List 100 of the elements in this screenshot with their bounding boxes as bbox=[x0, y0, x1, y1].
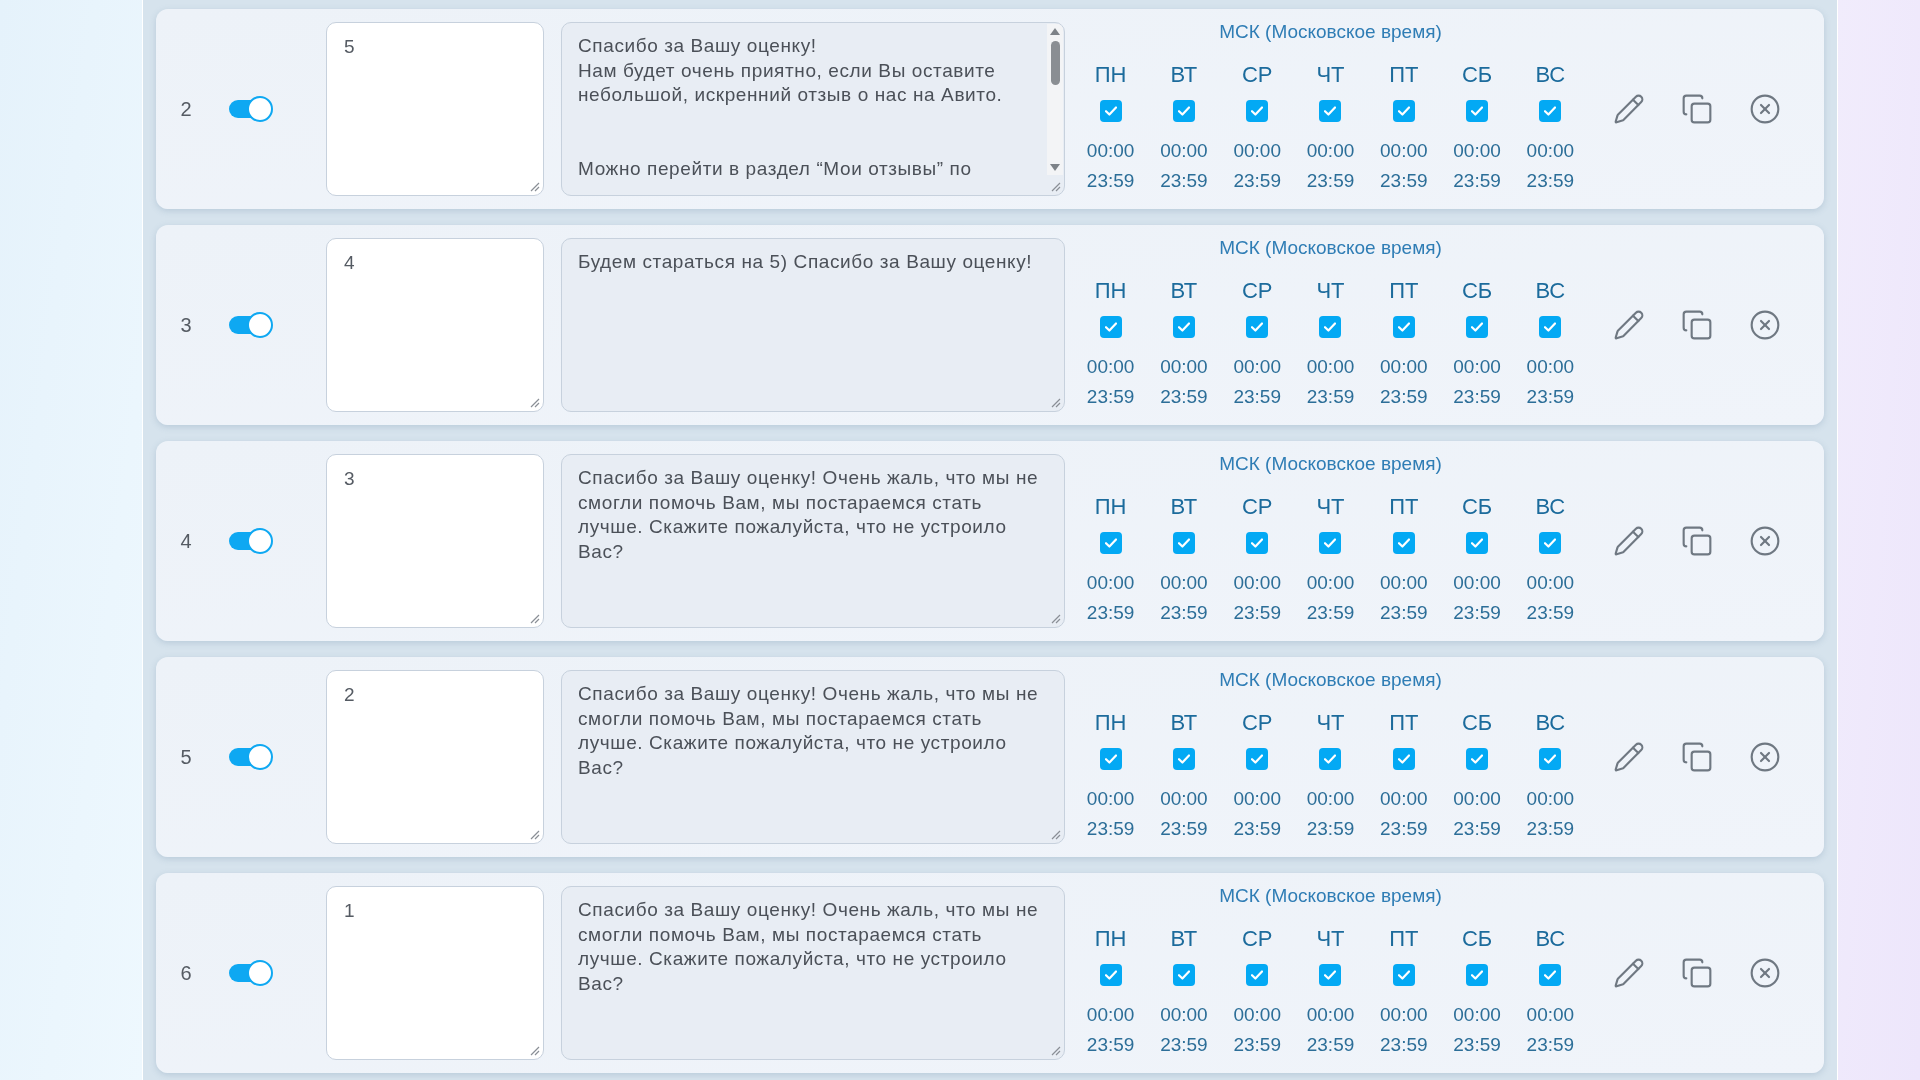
checkbox[interactable] bbox=[1392, 316, 1415, 338]
resize-handle-icon[interactable] bbox=[530, 830, 540, 840]
checkbox[interactable] bbox=[1539, 316, 1562, 338]
pencil-icon[interactable] bbox=[1613, 741, 1645, 773]
checkbox[interactable] bbox=[1466, 748, 1489, 770]
resize-handle-icon[interactable] bbox=[1051, 1046, 1061, 1056]
pencil-icon[interactable] bbox=[1613, 309, 1645, 341]
checkbox[interactable] bbox=[1246, 316, 1269, 338]
reply-text-field[interactable]: Спасибо за Вашу оценку! Нам будет очень приятно, если Вы оставите небольшой, искренний отзыв о нас на Авито. Можно перейти в раздел “Мои отзывы” по bbox=[561, 22, 1065, 196]
checkbox[interactable] bbox=[1172, 100, 1195, 122]
checkbox[interactable] bbox=[1172, 748, 1195, 770]
close-circle-icon[interactable] bbox=[1749, 93, 1781, 125]
start-time: 00:00 bbox=[1086, 1003, 1135, 1027]
end-time: 23:59 bbox=[1380, 601, 1428, 625]
checkbox[interactable] bbox=[1246, 964, 1269, 986]
pencil-icon[interactable] bbox=[1613, 957, 1645, 989]
check-icon bbox=[1324, 754, 1337, 764]
checkbox[interactable] bbox=[1319, 100, 1342, 122]
checkbox[interactable] bbox=[1392, 964, 1415, 986]
scrollbar[interactable] bbox=[1047, 24, 1063, 175]
toggle-switch[interactable] bbox=[229, 744, 273, 770]
resize-handle-icon[interactable] bbox=[1051, 830, 1061, 840]
close-circle-icon[interactable] bbox=[1749, 957, 1781, 989]
close-circle-icon[interactable] bbox=[1749, 525, 1781, 557]
checkbox[interactable] bbox=[1466, 100, 1489, 122]
checkbox[interactable] bbox=[1392, 748, 1415, 770]
close-circle-icon[interactable] bbox=[1749, 741, 1781, 773]
start-time: 00:00 bbox=[1233, 787, 1281, 811]
resize-handle-icon[interactable] bbox=[530, 398, 540, 408]
copy-icon[interactable] bbox=[1681, 309, 1713, 341]
checkbox[interactable] bbox=[1246, 748, 1269, 770]
reply-text-field[interactable]: Спасибо за Вашу оценку! Очень жаль, что мы не смогли помочь Вам, мы постараемся стать лучше. Скажите пожалуйста, что не устроило Вас? bbox=[561, 454, 1065, 628]
close-circle-icon[interactable] bbox=[1749, 309, 1781, 341]
checkbox[interactable] bbox=[1099, 316, 1122, 338]
check-icon bbox=[1544, 106, 1557, 116]
checkbox[interactable] bbox=[1539, 964, 1562, 986]
resize-handle-icon[interactable] bbox=[1051, 398, 1061, 408]
checkbox[interactable] bbox=[1246, 532, 1269, 554]
copy-icon[interactable] bbox=[1681, 525, 1713, 557]
copy-icon[interactable] bbox=[1681, 741, 1713, 773]
day-label: ВТ bbox=[1170, 710, 1198, 736]
checkbox[interactable] bbox=[1539, 100, 1562, 122]
checkbox[interactable] bbox=[1246, 100, 1269, 122]
rating-text-field[interactable]: 4 bbox=[326, 238, 544, 412]
resize-handle-icon[interactable] bbox=[530, 1046, 540, 1056]
checkbox[interactable] bbox=[1099, 748, 1122, 770]
rating-text-field[interactable]: 1 bbox=[326, 886, 544, 1060]
check-icon bbox=[1471, 754, 1484, 764]
checkbox[interactable] bbox=[1319, 748, 1342, 770]
checkbox[interactable] bbox=[1099, 100, 1122, 122]
checkbox[interactable] bbox=[1466, 532, 1489, 554]
checkbox[interactable] bbox=[1539, 532, 1562, 554]
rating-text-field[interactable]: 5 bbox=[326, 22, 544, 196]
scroll-down-icon[interactable] bbox=[1050, 164, 1060, 171]
check-icon bbox=[1104, 538, 1117, 548]
checkbox[interactable] bbox=[1392, 100, 1415, 122]
copy-icon[interactable] bbox=[1681, 93, 1713, 125]
copy-icon[interactable] bbox=[1681, 957, 1713, 989]
reply-text-field[interactable]: Спасибо за Вашу оценку! Очень жаль, что мы не смогли помочь Вам, мы постараемся стать лучше. Скажите пожалуйста, что не устроило Вас? bbox=[561, 886, 1065, 1060]
start-time: 00:00 bbox=[1086, 139, 1135, 163]
start-time: 00:00 bbox=[1306, 571, 1355, 595]
check-icon bbox=[1104, 970, 1117, 980]
rating-text-field[interactable]: 3 bbox=[326, 454, 544, 628]
end-time: 23:59 bbox=[1233, 169, 1281, 193]
checkbox[interactable] bbox=[1172, 532, 1195, 554]
checkbox[interactable] bbox=[1099, 532, 1122, 554]
resize-handle-icon[interactable] bbox=[1051, 182, 1061, 192]
checkbox[interactable] bbox=[1319, 532, 1342, 554]
checkbox[interactable] bbox=[1319, 964, 1342, 986]
pencil-icon[interactable] bbox=[1613, 93, 1645, 125]
toggle-switch[interactable] bbox=[229, 960, 273, 986]
checkbox[interactable] bbox=[1319, 316, 1342, 338]
checkbox[interactable] bbox=[1392, 532, 1415, 554]
scrollbar-thumb[interactable] bbox=[1050, 41, 1060, 85]
end-time: 23:59 bbox=[1306, 601, 1355, 625]
pencil-icon[interactable] bbox=[1613, 525, 1645, 557]
check-icon bbox=[1397, 322, 1410, 332]
checkbox[interactable] bbox=[1466, 316, 1489, 338]
day-label: ПТ bbox=[1389, 494, 1419, 520]
checkbox[interactable] bbox=[1172, 316, 1195, 338]
checkbox[interactable] bbox=[1539, 748, 1562, 770]
start-time: 00:00 bbox=[1306, 355, 1355, 379]
day-label: ВТ bbox=[1170, 62, 1198, 88]
resize-handle-icon[interactable] bbox=[530, 182, 540, 192]
scroll-up-icon[interactable] bbox=[1050, 28, 1060, 35]
checkbox[interactable] bbox=[1466, 964, 1489, 986]
reply-text-field[interactable]: Будем стараться на 5) Спасибо за Вашу оценку! bbox=[561, 238, 1065, 412]
rating-text-field[interactable]: 2 bbox=[326, 670, 544, 844]
day-label: ПН bbox=[1094, 710, 1127, 736]
start-time: 00:00 bbox=[1453, 1003, 1501, 1027]
toggle-switch[interactable] bbox=[229, 312, 273, 338]
reply-text-field[interactable]: Спасибо за Вашу оценку! Очень жаль, что мы не смогли помочь Вам, мы постараемся стать лучше. Скажите пожалуйста, что не устроило Вас? bbox=[561, 670, 1065, 844]
resize-handle-icon[interactable] bbox=[530, 614, 540, 624]
toggle-switch[interactable] bbox=[229, 528, 273, 554]
checkbox[interactable] bbox=[1099, 964, 1122, 986]
checkbox[interactable] bbox=[1172, 964, 1195, 986]
day-label: ВС bbox=[1535, 926, 1566, 952]
end-time: 23:59 bbox=[1086, 385, 1135, 409]
resize-handle-icon[interactable] bbox=[1051, 614, 1061, 624]
toggle-switch[interactable] bbox=[229, 96, 273, 122]
